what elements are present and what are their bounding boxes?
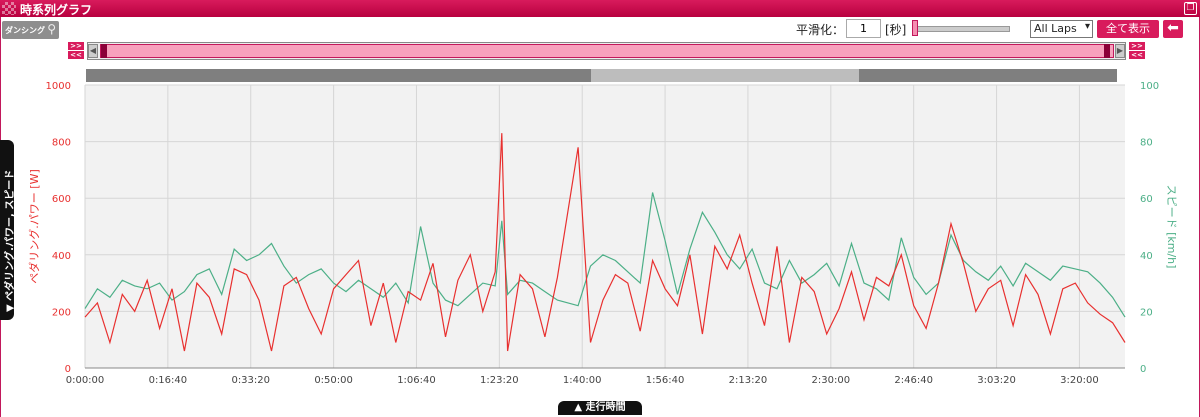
x-tick-label: 0:00:00 — [66, 375, 105, 385]
restore-icon[interactable]: ❐ — [1184, 2, 1197, 15]
smoothing-input[interactable] — [846, 19, 881, 38]
y-left-tick-label: 600 — [52, 194, 71, 205]
x-tick-label: 1:40:00 — [563, 375, 602, 385]
range-right-back-button[interactable]: << — [1129, 51, 1145, 59]
mode-logo: ダンシング ⚲ — [2, 21, 59, 39]
laps-select-value: All Laps — [1034, 22, 1077, 35]
back-arrow-icon[interactable]: ⬅ — [1163, 20, 1183, 38]
y-right-tick-label: 80 — [1140, 138, 1153, 149]
y-right-tick-label: 0 — [1140, 364, 1146, 375]
x-tick-label: 1:23:20 — [480, 375, 519, 385]
y-left-tick-label: 200 — [52, 307, 71, 318]
range-right-forward-button[interactable]: >> — [1129, 42, 1145, 50]
x-tick-label: 1:56:40 — [646, 375, 685, 385]
y-left-tick-label: 1000 — [46, 81, 71, 92]
x-tick-label: 3:03:20 — [977, 375, 1016, 385]
right-axis-label: スピード [km/h] — [1165, 185, 1178, 269]
range-scroll-right-icon[interactable]: ▶ — [1115, 44, 1125, 58]
y-right-tick-label: 20 — [1140, 307, 1153, 318]
smoothing-slider-track[interactable] — [913, 26, 1010, 32]
x-tick-label: 2:46:40 — [894, 375, 933, 385]
y-right-tick-label: 100 — [1140, 81, 1159, 92]
x-tick-label: 2:30:00 — [812, 375, 851, 385]
show-all-button[interactable]: 全て表示 — [1097, 20, 1159, 38]
x-tick-label: 1:06:40 — [397, 375, 436, 385]
range-left-forward-button[interactable]: >> — [68, 42, 84, 50]
range-left-back-button[interactable]: << — [68, 51, 84, 59]
cyclist-icon: ⚲ — [47, 22, 56, 36]
x-tick-label: 0:50:00 — [314, 375, 353, 385]
left-axis-label: ペダリング.パワー [W] — [27, 169, 41, 283]
mode-logo-label: ダンシング — [5, 26, 45, 35]
time-series-chart: 0 200 400 600 800 1000 0 20 40 60 80 100 0:00:00 0:16… — [27, 81, 1178, 385]
x-axis-metric-tab[interactable]: ▲ 走行時間 — [558, 401, 642, 415]
window-logo-icon — [2, 2, 16, 15]
x-tick-label: 2:13:20 — [729, 375, 768, 385]
chevron-down-icon: ▾ — [1084, 21, 1090, 32]
time-range-selection[interactable] — [100, 44, 1114, 58]
smoothing-slider-thumb[interactable] — [912, 20, 918, 36]
window-titlebar: 時系列グラフ ❐ — [0, 0, 1200, 17]
window-title: 時系列グラフ — [20, 3, 93, 17]
range-start-handle[interactable] — [101, 44, 107, 58]
y-right-tick-label: 40 — [1140, 251, 1153, 262]
laps-select[interactable]: All Laps ▾ — [1030, 20, 1093, 38]
time-range-bar[interactable]: ◀ ▶ — [87, 42, 1126, 60]
y-left-tick-label: 400 — [52, 251, 71, 262]
range-end-handle[interactable] — [1104, 44, 1110, 58]
plot-area — [85, 85, 1125, 368]
x-tick-label: 0:16:40 — [149, 375, 188, 385]
x-tick-label: 0:33:20 — [231, 375, 270, 385]
range-scroll-left-icon[interactable]: ◀ — [88, 44, 98, 58]
y-right-tick-label: 60 — [1140, 194, 1153, 205]
side-metric-tab-label: ▼ ペダリング.パワー, スピード — [5, 169, 16, 312]
y-left-tick-label: 0 — [65, 364, 71, 375]
x-tick-label: 3:20:00 — [1060, 375, 1099, 385]
smoothing-unit: [秒] — [885, 23, 907, 37]
side-metric-tab[interactable]: ▼ ペダリング.パワー, スピード — [0, 140, 16, 320]
smoothing-label: 平滑化： — [796, 23, 845, 37]
y-left-tick-label: 800 — [52, 138, 71, 149]
